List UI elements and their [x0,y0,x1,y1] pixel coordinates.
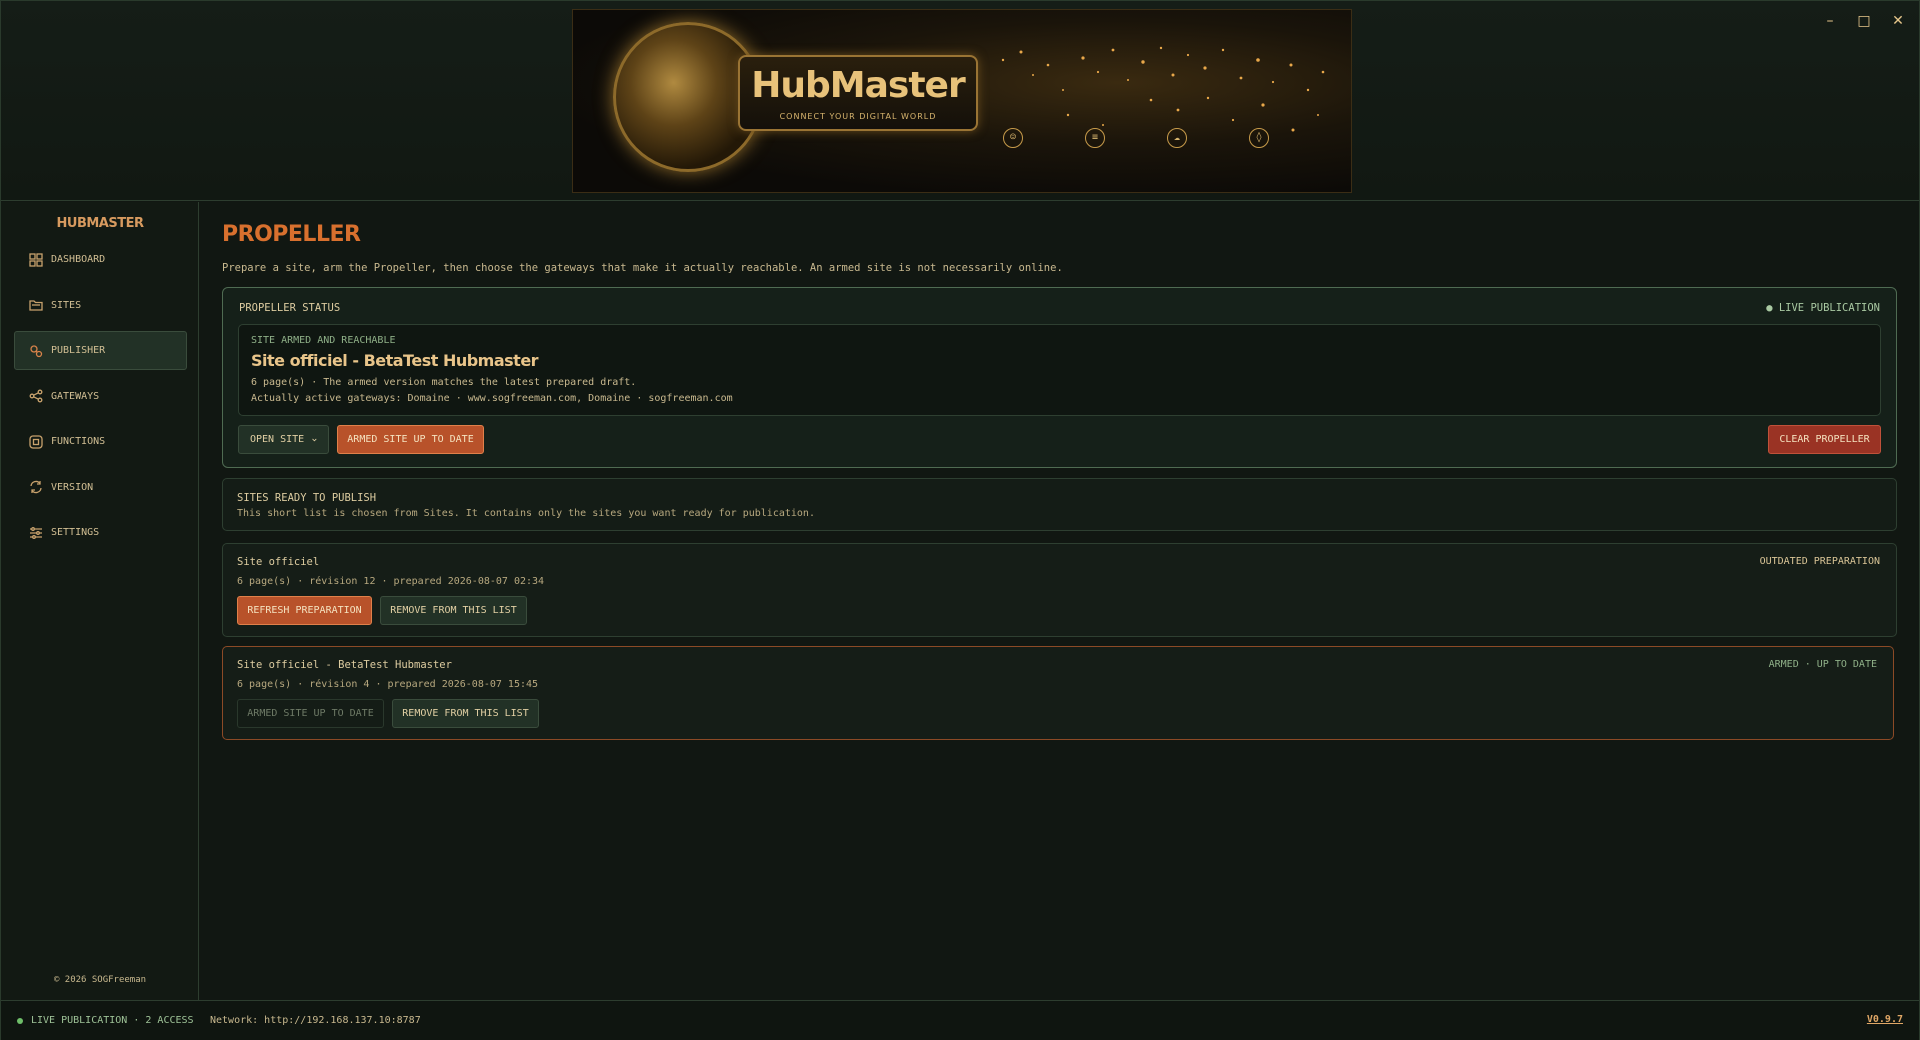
status-bar: LIVE PUBLICATION · 2 ACCESS Network: htt… [1,1000,1919,1040]
armed-site-up-to-date-button[interactable]: ARMED SITE UP TO DATE [337,425,484,454]
sidebar-item-label: SITES [51,299,82,311]
cloud-pin-icon: ☁ [1167,128,1187,148]
main-content: PROPELLER Prepare a site, arm the Propel… [222,202,1898,992]
sliders-icon [28,525,44,541]
status-label: PROPELLER STATUS [239,302,341,314]
ready-description: This short list is chosen from Sites. It… [237,508,815,519]
live-publication-badge: ● LIVE PUBLICATION [1766,302,1880,314]
hubmaster-banner: HubMaster CONNECT YOUR DIGITAL WORLD ☺ ≡… [572,9,1352,193]
sidebar-item-dashboard[interactable]: DASHBOARD [14,240,187,279]
folder-icon [28,297,44,313]
active-gateways: Actually active gateways: Domaine · www.… [251,393,733,404]
window-controls: – □ ✕ [1823,13,1905,29]
user-pin-icon: ☺ [1003,128,1023,148]
sites-ready-card: SITES READY TO PUBLISH This short list i… [222,478,1897,531]
copyright: © 2026 SOGFreeman [53,975,147,985]
armed-site-title: Site officiel - BetaTest Hubmaster [251,351,539,370]
site-name: Site officiel [237,556,320,568]
site-card: Site officiel - BetaTest Hubmaster 6 pag… [222,646,1894,740]
sidebar-item-functions[interactable]: FUNCTIONS [14,422,187,461]
rocket-icon [28,343,44,359]
open-site-label: OPEN SITE [250,434,305,445]
armed-site-up-to-date-button[interactable]: ARMED SITE UP TO DATE [237,699,384,728]
share-icon [28,388,44,404]
site-status-badge: ARMED · UP TO DATE [1768,659,1877,670]
close-button[interactable]: ✕ [1891,13,1905,29]
live-publication-status: LIVE PUBLICATION · 2 ACCESS [17,1015,194,1026]
version-link[interactable]: V0.9.7 [1867,1014,1903,1025]
propeller-status-card: PROPELLER STATUS ● LIVE PUBLICATION SITE… [222,287,1897,468]
dashboard-icon [28,252,44,268]
site-status-badge: OUTDATED PREPARATION [1759,556,1880,567]
remove-from-list-button[interactable]: REMOVE FROM THIS LIST [380,596,527,625]
app-window: HubMaster CONNECT YOUR DIGITAL WORLD ☺ ≡… [0,0,1920,1040]
network-address: Network: http://192.168.137.10:8787 [210,1015,421,1026]
site-meta: 6 page(s) · révision 4 · prepared 2026-0… [237,679,539,690]
banner-tagline: CONNECT YOUR DIGITAL WORLD [779,112,937,121]
ready-title: SITES READY TO PUBLISH [237,492,377,504]
banner-brand: HubMaster [751,65,965,106]
clear-propeller-button[interactable]: CLEAR PROPELLER [1768,425,1881,454]
sidebar-title: HUBMASTER [56,216,144,231]
site-card: Site officiel 6 page(s) · révision 12 · … [222,543,1897,637]
page-description: Prepare a site, arm the Propeller, then … [222,262,1063,274]
server-pin-icon: ≡ [1085,128,1105,148]
sidebar-item-sites[interactable]: SITES [14,286,187,325]
sidebar-nav: DASHBOARD SITES PUBLISHER GATEWAYS FUNCT… [14,240,187,559]
function-icon [28,434,44,450]
site-name: Site officiel - BetaTest Hubmaster [237,659,452,671]
sidebar-item-label: PUBLISHER [51,345,106,356]
sidebar-item-gateways[interactable]: GATEWAYS [14,377,187,416]
maximize-button[interactable]: □ [1857,13,1871,29]
brand-plate: HubMaster CONNECT YOUR DIGITAL WORLD [738,55,978,131]
live-publication-text: LIVE PUBLICATION · 2 ACCESS [31,1015,194,1026]
sidebar: HUBMASTER DASHBOARD SITES PUBLISHER GATE… [1,202,199,1000]
open-site-button[interactable]: OPEN SITE [238,425,329,454]
sidebar-item-label: GATEWAYS [51,390,100,402]
remove-from-list-button[interactable]: REMOVE FROM THIS LIST [392,699,539,728]
refresh-preparation-button[interactable]: REFRESH PREPARATION [237,596,372,625]
header: HubMaster CONNECT YOUR DIGITAL WORLD ☺ ≡… [1,1,1919,201]
sidebar-item-label: FUNCTIONS [51,436,106,447]
armed-status-label: SITE ARMED AND REACHABLE [251,335,396,346]
chevron-down-icon [312,438,317,441]
sidebar-item-settings[interactable]: SETTINGS [14,513,187,552]
sidebar-item-version[interactable]: VERSION [14,468,187,507]
armed-site-box: SITE ARMED AND REACHABLE Site officiel -… [238,324,1881,416]
banner-pins: ☺ ≡ ☁ ◊ [1003,128,1269,148]
shield-pin-icon: ◊ [1249,128,1269,148]
live-dot-icon [17,1017,23,1024]
armed-site-summary: 6 page(s) · The armed version matches th… [251,377,637,388]
sidebar-item-label: VERSION [51,481,94,493]
minimize-button[interactable]: – [1823,13,1837,29]
page-title: PROPELLER [222,222,361,247]
sidebar-item-label: SETTINGS [51,527,100,538]
sync-icon [28,479,44,495]
site-meta: 6 page(s) · révision 12 · prepared 2026-… [237,576,545,587]
sidebar-item-publisher[interactable]: PUBLISHER [14,331,187,370]
sidebar-item-label: DASHBOARD [51,254,106,265]
